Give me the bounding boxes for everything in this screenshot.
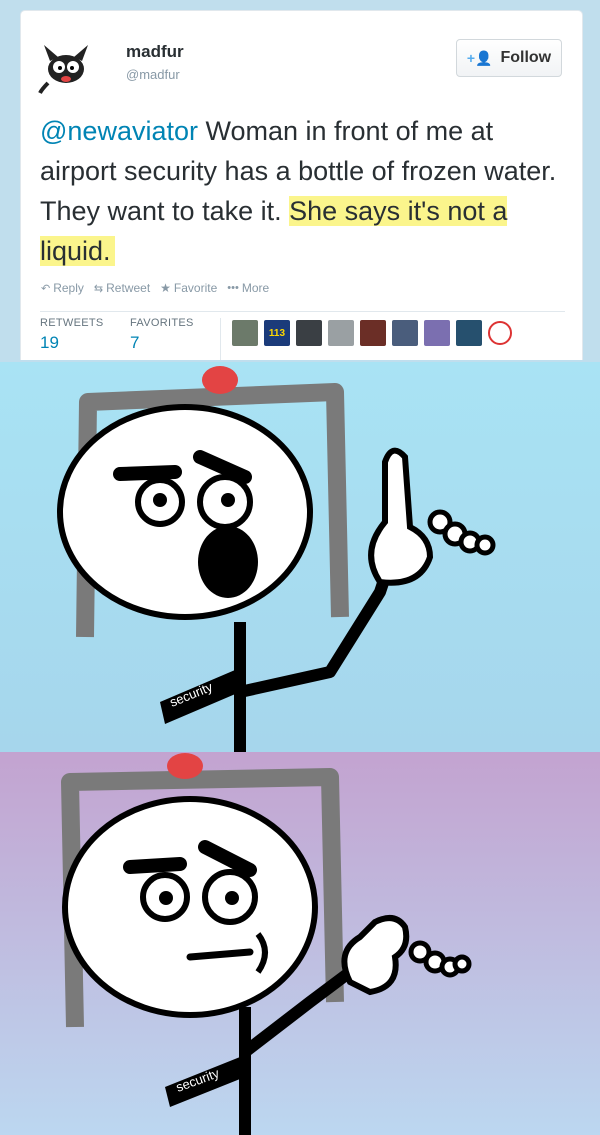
follow-button[interactable]: +👤 Follow [456, 39, 562, 77]
reply-label: Reply [53, 281, 84, 295]
retweets-count: 19 [40, 333, 59, 352]
favorites-label: FAVORITES [130, 317, 194, 329]
star-icon: ★ [160, 281, 171, 295]
add-user-icon: +👤 [466, 49, 493, 66]
siren-light [167, 753, 203, 779]
more-label: More [241, 281, 270, 295]
retweets-stat[interactable]: RETWEETS 19 [40, 317, 104, 353]
retweets-label: RETWEETS [40, 317, 104, 329]
favorite-button[interactable]: ★ Favorite [160, 281, 217, 295]
avatar[interactable] [488, 321, 512, 345]
stats-divider [40, 311, 565, 312]
favorite-label: Favorite [173, 281, 218, 295]
tweet-card: madfur @madfur +👤 Follow @newaviator Wom… [20, 10, 583, 360]
avatar[interactable] [296, 320, 322, 346]
avatar[interactable] [232, 320, 258, 346]
display-name[interactable]: madfur [126, 42, 184, 62]
more-button[interactable]: ••• More [227, 281, 269, 295]
comic-panel-1: security [0, 362, 600, 752]
tweet-actions: ↶ Reply ⇆ Retweet ★ Favorite ••• More [41, 281, 269, 295]
retweet-icon: ⇆ [93, 282, 104, 295]
favorites-count: 7 [130, 333, 140, 352]
avatar[interactable] [424, 320, 450, 346]
comic-panel-2: security [0, 752, 600, 1135]
user-handle[interactable]: @madfur [126, 67, 180, 82]
follow-label: Follow [500, 49, 552, 66]
favoriter-avatars: 113 [232, 320, 512, 346]
stat-divider [220, 318, 221, 360]
avatar[interactable] [456, 320, 482, 346]
more-dots-icon: ••• [227, 282, 239, 294]
comic-panel-1-art: security [0, 362, 600, 752]
reply-button[interactable]: ↶ Reply [41, 281, 84, 295]
retweet-label: Retweet [106, 281, 151, 295]
mention-link[interactable]: @newaviator [40, 116, 198, 146]
avatar[interactable] [360, 320, 386, 346]
reply-icon: ↶ [41, 282, 51, 295]
avatar[interactable] [328, 320, 354, 346]
avatar[interactable]: 113 [264, 320, 290, 346]
avatar[interactable] [392, 320, 418, 346]
comic-panel-2-art: security [0, 752, 600, 1135]
avatar[interactable] [38, 39, 94, 95]
siren-light [202, 366, 238, 394]
retweet-button[interactable]: ⇆ Retweet [94, 281, 150, 295]
favorites-stat[interactable]: FAVORITES 7 [130, 317, 194, 353]
tweet-text: @newaviator Woman in front of me at airp… [40, 111, 570, 271]
